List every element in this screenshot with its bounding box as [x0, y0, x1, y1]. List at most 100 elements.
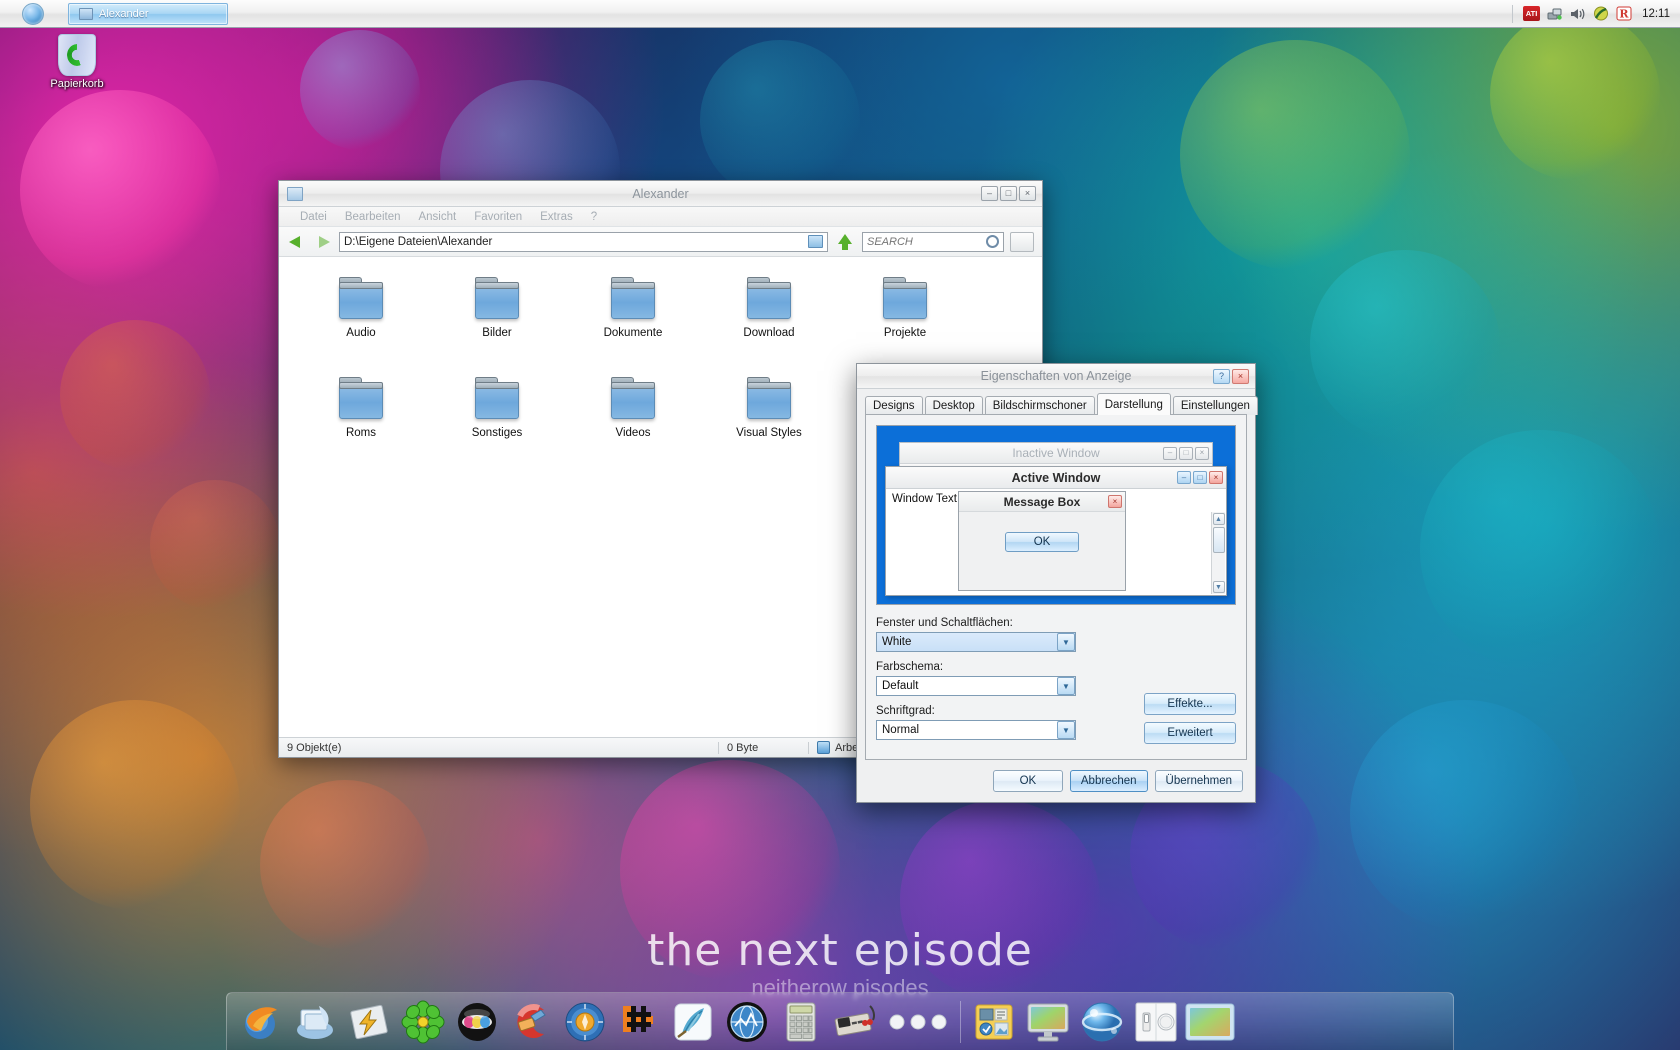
- view-mode-icon[interactable]: [1010, 231, 1034, 252]
- tab-einstellungen[interactable]: Einstellungen: [1172, 396, 1258, 415]
- cancel-button[interactable]: Abbrechen: [1069, 770, 1148, 792]
- explorer-menu-bar: Datei Bearbeiten Ansicht Favoriten Extra…: [279, 207, 1042, 227]
- preview-inactive-title-bar: Inactive Window – □ ×: [900, 443, 1212, 464]
- desktop-icon-label: Papierkorb: [50, 78, 104, 90]
- ccleaner-icon[interactable]: [505, 997, 557, 1047]
- address-bar-value: D:\Eigene Dateien\Alexander: [344, 235, 493, 248]
- winamp-icon[interactable]: [343, 997, 395, 1047]
- nero-icon[interactable]: [1592, 6, 1609, 21]
- volume-icon[interactable]: [1569, 6, 1586, 21]
- advanced-button[interactable]: Erweitert: [1144, 722, 1236, 744]
- address-bar[interactable]: D:\Eigene Dateien\Alexander: [339, 231, 828, 252]
- tab-darstellung[interactable]: Darstellung: [1096, 393, 1171, 415]
- bokeh-circle: [300, 30, 420, 150]
- file-item[interactable]: Audio: [293, 275, 429, 375]
- scroll-thumb: [1212, 527, 1225, 553]
- color-scheme-select[interactable]: Default ▼: [876, 676, 1076, 696]
- file-item[interactable]: Videos: [565, 375, 701, 475]
- bokeh-circle: [1420, 430, 1660, 670]
- menu-item-favoriten[interactable]: Favoriten: [465, 211, 531, 223]
- feather-editor-icon[interactable]: [667, 997, 719, 1047]
- scroll-up-icon: ▲: [1212, 513, 1225, 525]
- file-item[interactable]: Visual Styles: [701, 375, 837, 475]
- display-properties-dialog: Eigenschaften von Anzeige ? × Designs De…: [856, 363, 1258, 803]
- more-dots-icon[interactable]: [883, 997, 953, 1047]
- folder-icon: [475, 377, 519, 419]
- folder-icon: [475, 277, 519, 319]
- dialog-title-bar[interactable]: Eigenschaften von Anzeige ? ×: [857, 364, 1255, 389]
- tab-bildschirmschoner[interactable]: Bildschirmschoner: [984, 396, 1095, 415]
- preview-active-title-bar: Active Window – □ ×: [886, 467, 1226, 489]
- windows-and-buttons-value: White: [882, 636, 912, 648]
- switch-panel-icon[interactable]: [1130, 997, 1182, 1047]
- file-item[interactable]: Bilder: [429, 275, 565, 375]
- chevron-down-icon[interactable]: ▼: [1057, 633, 1075, 651]
- up-arrow-icon[interactable]: [834, 231, 856, 253]
- font-size-value: Normal: [882, 724, 920, 736]
- limewire-icon[interactable]: [613, 997, 665, 1047]
- dvd-sphere-icon[interactable]: [451, 997, 503, 1047]
- display-monitor-icon[interactable]: [1184, 997, 1236, 1047]
- preview-active-window: Active Window – □ × Window Text Message …: [885, 466, 1227, 596]
- start-orb-icon[interactable]: [22, 2, 44, 25]
- forward-arrow-icon[interactable]: [313, 232, 333, 252]
- chevron-down-icon[interactable]: ▼: [1057, 721, 1075, 739]
- icq-icon[interactable]: [397, 997, 449, 1047]
- menu-item-bearbeiten[interactable]: Bearbeiten: [336, 211, 410, 223]
- back-arrow-icon[interactable]: [287, 232, 307, 252]
- menu-item-datei[interactable]: Datei: [291, 211, 336, 223]
- explorer-title-bar[interactable]: Alexander – □ ×: [279, 181, 1042, 207]
- file-item[interactable]: Download: [701, 275, 837, 375]
- file-item[interactable]: Roms: [293, 375, 429, 475]
- avira-icon[interactable]: R: [1615, 6, 1632, 21]
- taskbar-clock[interactable]: 12:11: [1642, 8, 1670, 20]
- menu-item-help[interactable]: ?: [582, 211, 606, 223]
- effects-button[interactable]: Effekte...: [1144, 693, 1236, 715]
- file-item-label: Audio: [346, 327, 376, 339]
- taskbar: Alexander ATI R 12:11: [0, 0, 1680, 28]
- bokeh-circle: [620, 760, 840, 980]
- file-item[interactable]: Sonstiges: [429, 375, 565, 475]
- yellow-folder-icon[interactable]: [968, 997, 1020, 1047]
- tab-desktop[interactable]: Desktop: [924, 396, 983, 415]
- menu-item-extras[interactable]: Extras: [531, 211, 582, 223]
- tab-designs[interactable]: Designs: [865, 396, 923, 415]
- search-field[interactable]: [862, 231, 1004, 252]
- apply-button[interactable]: Übernehmen: [1154, 770, 1243, 792]
- ati-icon[interactable]: ATI: [1523, 6, 1541, 21]
- file-item-label: Bilder: [482, 327, 512, 339]
- preview-ok-button: OK: [1005, 532, 1079, 552]
- monitor-icon[interactable]: [1022, 997, 1074, 1047]
- nes-controller-icon[interactable]: [829, 997, 881, 1047]
- ok-button[interactable]: OK: [992, 770, 1063, 792]
- chevron-down-icon[interactable]: ▼: [1057, 677, 1075, 695]
- dock-divider: [960, 1000, 961, 1043]
- bokeh-circle: [150, 480, 280, 610]
- explorer-toolbar: D:\Eigene Dateien\Alexander: [279, 227, 1042, 257]
- calculator-icon[interactable]: [775, 997, 827, 1047]
- font-size-select[interactable]: Normal ▼: [876, 720, 1076, 740]
- file-item-label: Dokumente: [603, 327, 663, 339]
- dialog-title-text: Eigenschaften von Anzeige: [980, 369, 1132, 383]
- bokeh-circle: [1490, 10, 1660, 180]
- preview-message-title-bar: Message Box ×: [959, 492, 1125, 512]
- taskbar-item-alexander[interactable]: Alexander: [68, 2, 228, 25]
- bokeh-circle: [1180, 40, 1410, 270]
- folder-icon: [611, 377, 655, 419]
- menu-item-ansicht[interactable]: Ansicht: [409, 211, 465, 223]
- preview-active-content: Window Text Message Box × OK ▲ ▼: [886, 489, 1226, 595]
- network-icon[interactable]: [1546, 6, 1563, 21]
- emule-icon[interactable]: [289, 997, 341, 1047]
- search-input[interactable]: [867, 235, 986, 248]
- windows-and-buttons-select[interactable]: White ▼: [876, 632, 1076, 652]
- network-sphere-icon[interactable]: [721, 997, 773, 1047]
- firefox-icon[interactable]: [235, 997, 287, 1047]
- file-item[interactable]: Dokumente: [565, 275, 701, 375]
- blue-orb-icon[interactable]: [1076, 997, 1128, 1047]
- folder-icon: [339, 277, 383, 319]
- appearance-preview: Inactive Window – □ × Active Window – □ …: [876, 425, 1236, 605]
- clock-compass-icon[interactable]: [559, 997, 611, 1047]
- appearance-form: Fenster und Schaltflächen: White ▼ Farbs…: [876, 617, 1236, 751]
- file-item[interactable]: Projekte: [837, 275, 973, 375]
- desktop-icon-papierkorb[interactable]: Papierkorb: [38, 28, 116, 90]
